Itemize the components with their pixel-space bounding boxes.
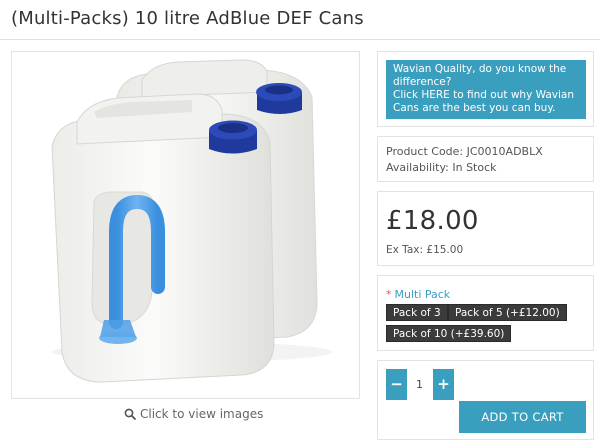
purchase-panel: − 1 + ADD TO CART xyxy=(377,360,594,440)
quality-banner[interactable]: Wavian Quality, do you know the differen… xyxy=(386,60,586,119)
option-pack-of-5[interactable]: Pack of 5 (+£12.00) xyxy=(448,304,567,321)
option-pack-of-3[interactable]: Pack of 3 xyxy=(386,304,448,321)
price-panel: £18.00 Ex Tax: £15.00 xyxy=(377,191,594,266)
quality-line-3: Click HERE to find out why Wavian xyxy=(393,89,574,101)
quantity-input[interactable]: 1 xyxy=(407,369,432,400)
required-marker: * xyxy=(386,288,392,301)
page-title: (Multi-Packs) 10 litre AdBlue DEF Cans xyxy=(11,8,364,29)
magnifier-icon xyxy=(124,408,136,423)
ex-tax-price: Ex Tax: £15.00 xyxy=(386,244,464,256)
product-info-panel: Product Code: JC0010ADBLX Availability: … xyxy=(377,136,594,182)
view-images-label: Click to view images xyxy=(140,407,264,421)
options-panel: * Multi Pack Pack of 3 Pack of 5 (+£12.00… xyxy=(377,275,594,351)
product-code: Product Code: JC0010ADBLX xyxy=(386,145,543,158)
adblue-cans-illustration xyxy=(51,59,332,383)
quantity-decrease-button[interactable]: − xyxy=(386,369,407,400)
quality-line-1: Wavian Quality, do you know the xyxy=(393,63,567,75)
availability: Availability: In Stock xyxy=(386,161,497,174)
option-pack-of-10[interactable]: Pack of 10 (+£39.60) xyxy=(386,325,512,342)
multi-pack-text: Multi Pack xyxy=(394,288,451,301)
quality-line-2: difference? xyxy=(393,76,452,88)
price: £18.00 xyxy=(386,206,479,236)
quality-panel: Wavian Quality, do you know the differen… xyxy=(377,51,594,127)
quality-line-4: Cans are the best you can buy. xyxy=(393,102,556,114)
product-image[interactable] xyxy=(11,51,360,399)
multi-pack-label: * Multi Pack xyxy=(386,288,450,301)
quantity-increase-button[interactable]: + xyxy=(433,369,454,400)
add-to-cart-button[interactable]: ADD TO CART xyxy=(459,401,586,433)
title-divider xyxy=(0,39,600,40)
view-images-link[interactable]: Click to view images xyxy=(124,407,263,423)
